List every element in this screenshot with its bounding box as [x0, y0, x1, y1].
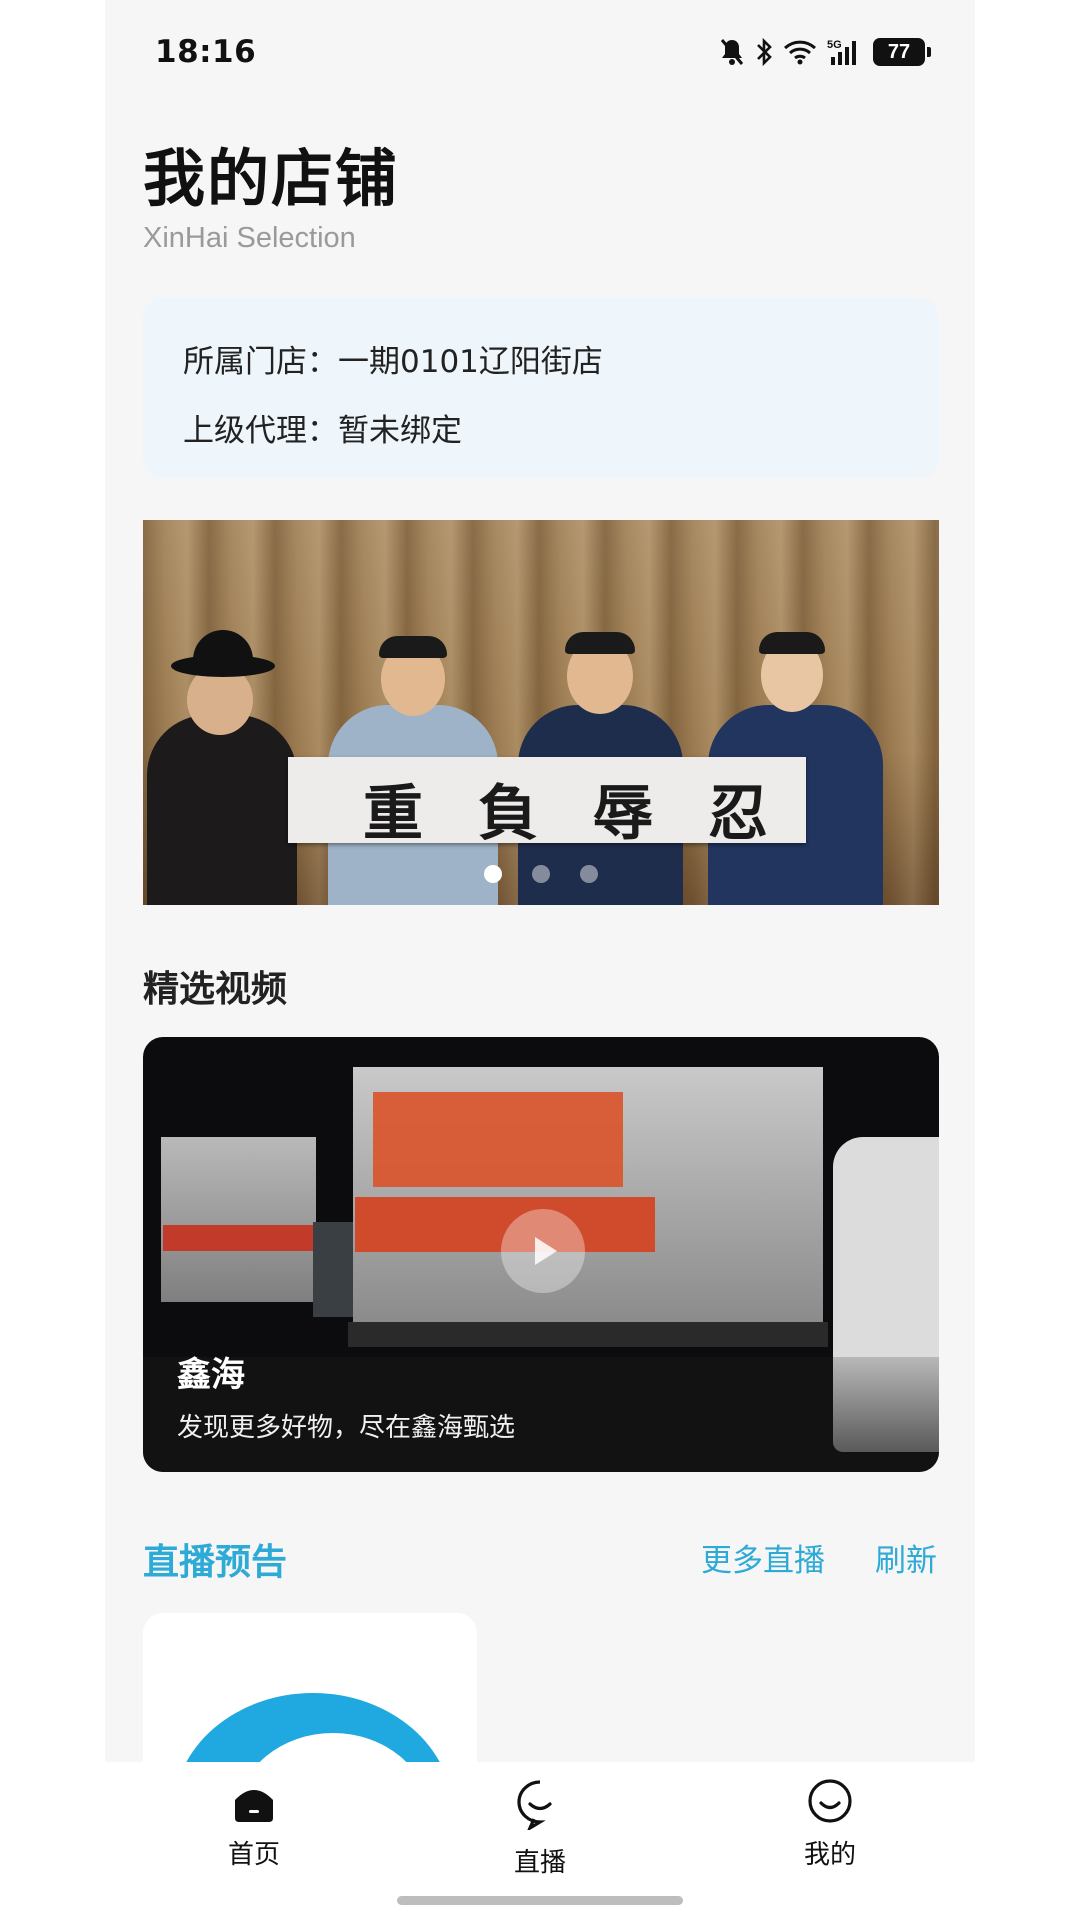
video-description: 发现更多好物，尽在鑫海甄选 — [177, 1413, 516, 1443]
cellular-5g-icon: 5G — [827, 37, 863, 67]
store-row: 所属门店：一期0101辽阳街店 — [183, 336, 603, 381]
agent-row[interactable]: 上级代理：暂未绑定 — [183, 405, 462, 450]
calligraphy-char: 忍 — [708, 779, 768, 849]
tab-home-label: 首页 — [227, 1840, 280, 1870]
featured-video-heading: 精选视频 — [143, 969, 288, 1010]
agent-value: 暂未绑定 — [338, 413, 462, 449]
phone-screen: 18:16 5G 77 我的店铺 XinHai Selection 所属门店：一… — [105, 0, 975, 1920]
play-icon — [535, 1237, 557, 1265]
play-button[interactable] — [501, 1209, 585, 1293]
truck-left — [161, 1137, 316, 1302]
hair-shape — [565, 632, 635, 654]
status-icons: 5G 77 — [719, 34, 931, 70]
hair-shape — [379, 636, 447, 658]
store-value: 一期0101辽阳街店 — [338, 344, 603, 380]
page-title: 我的店铺 — [143, 142, 400, 215]
tab-mine-label: 我的 — [803, 1840, 856, 1870]
status-bar: 18:16 5G 77 — [105, 0, 975, 100]
home-indicator[interactable] — [397, 1896, 683, 1905]
featured-video-card[interactable]: 鑫海 发现更多好物，尽在鑫海甄选 — [143, 1037, 939, 1472]
truck-banner — [373, 1092, 623, 1187]
refresh-link[interactable]: 刷新 — [875, 1535, 937, 1580]
truck-chassis — [348, 1322, 828, 1347]
mute-bell-icon — [719, 37, 745, 67]
home-icon — [235, 1790, 273, 1822]
banner-carousel[interactable]: 重 負 辱 忍 — [143, 520, 939, 905]
video-title: 鑫海 — [177, 1355, 245, 1395]
store-label: 所属门店： — [183, 344, 338, 380]
agent-label: 上级代理： — [183, 413, 338, 449]
battery-icon: 77 — [873, 38, 931, 66]
carousel-dot[interactable] — [484, 865, 502, 883]
hair-shape — [759, 632, 825, 654]
calligraphy-scroll: 重 負 辱 忍 — [288, 757, 806, 849]
carousel-indicator — [143, 865, 939, 883]
live-preview-heading: 直播预告 — [143, 1542, 288, 1583]
calligraphy-char: 負 — [478, 779, 538, 849]
wifi-icon — [783, 39, 817, 65]
tab-live-label: 直播 — [513, 1848, 566, 1878]
calligraphy-char: 重 — [363, 779, 423, 849]
carousel-dot[interactable] — [532, 865, 550, 883]
more-live-link[interactable]: 更多直播 — [701, 1535, 825, 1580]
chat-bubble-icon — [517, 1780, 552, 1830]
truck-banner — [163, 1225, 313, 1251]
store-info-card: 所属门店：一期0101辽阳街店 上级代理：暂未绑定 — [143, 298, 939, 478]
status-time: 18:16 — [155, 34, 257, 70]
carousel-dot[interactable] — [580, 865, 598, 883]
calligraphy-char: 辱 — [593, 779, 653, 849]
bluetooth-icon — [755, 37, 773, 67]
page-subtitle: XinHai Selection — [143, 222, 356, 254]
smiley-icon — [808, 1779, 852, 1823]
svg-text:5G: 5G — [827, 39, 842, 51]
